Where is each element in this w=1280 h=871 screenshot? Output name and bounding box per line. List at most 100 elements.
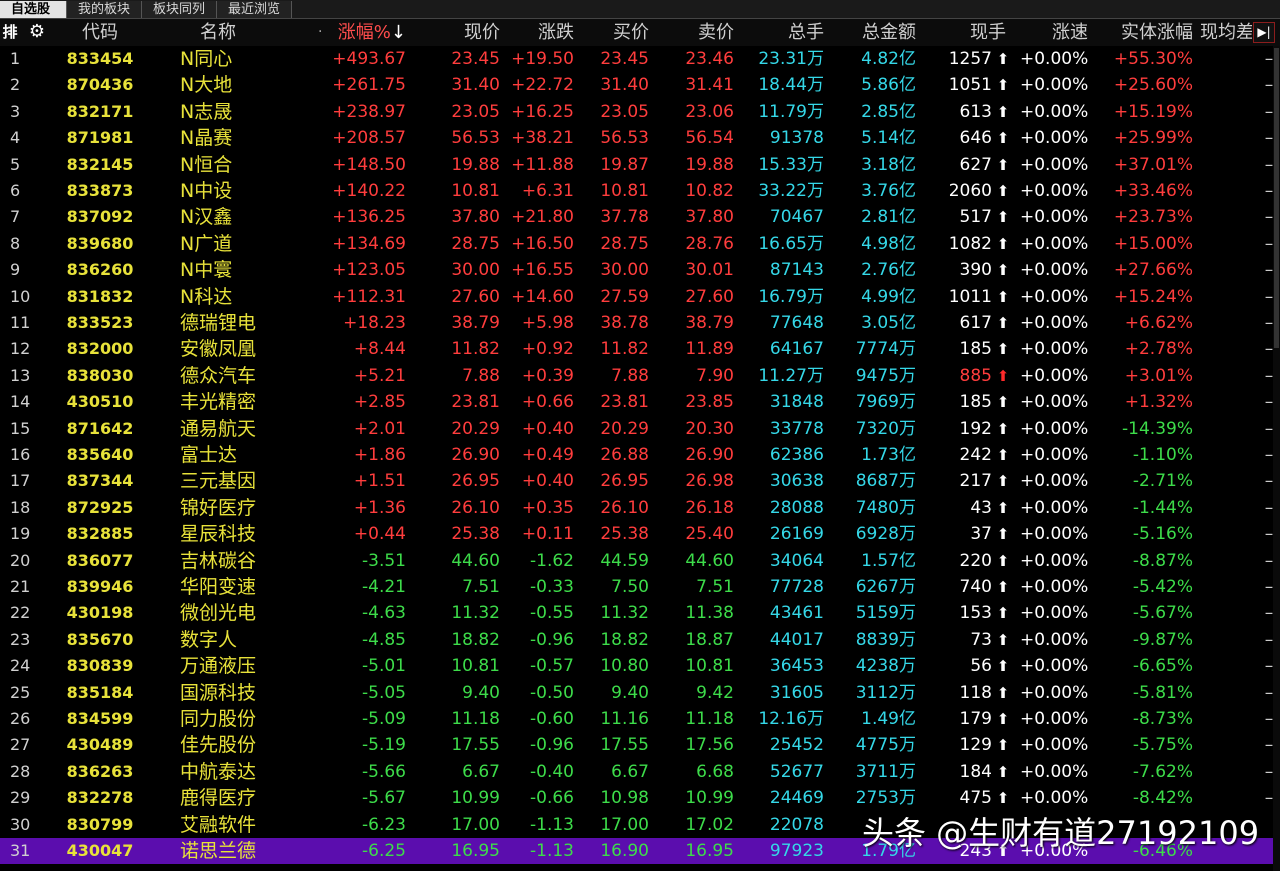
table-row[interactable]: 18 872925 锦好医疗 +1.36 26.10 +0.35 26.10 26.18 280… bbox=[0, 495, 1280, 521]
amount: 7320万 bbox=[855, 418, 916, 439]
header-price[interactable]: 现价 bbox=[410, 19, 500, 46]
table-row[interactable]: 27 430489 佳先股份 -5.19 17.55 -0.96 17.55 17.56 254… bbox=[0, 732, 1280, 758]
table-row[interactable]: 10 831832 N科达 +112.31 27.60 +14.60 27.59 27.60 1… bbox=[0, 284, 1280, 310]
vertical-scrollbar[interactable] bbox=[1273, 46, 1280, 871]
speed: +0.00% bbox=[1020, 286, 1089, 307]
header-bid[interactable]: 买价 bbox=[575, 19, 649, 46]
change: -0.60 bbox=[530, 709, 574, 729]
header-code[interactable]: 代码 bbox=[60, 19, 140, 46]
stock-name: N志晟 bbox=[180, 100, 233, 123]
body-change: -5.75% bbox=[1132, 735, 1193, 756]
amount: 2.85亿 bbox=[861, 101, 916, 122]
header-change-pct[interactable]: 涨幅%↓ bbox=[320, 19, 406, 46]
change: -0.40 bbox=[530, 761, 574, 782]
stock-name: 富士达 bbox=[180, 444, 238, 466]
volume: 70467 bbox=[769, 207, 824, 228]
change-pct: -5.67 bbox=[362, 788, 406, 809]
table-row[interactable]: 7 837092 N汉鑫 +136.25 37.80 +21.80 37.78 37.80 70… bbox=[0, 204, 1280, 230]
header-amount[interactable]: 总金额 bbox=[830, 19, 916, 46]
tab-recent[interactable]: 最近浏览 bbox=[217, 1, 293, 18]
tab-my-sectors[interactable]: 我的板块 bbox=[67, 1, 143, 18]
price: 23.05 bbox=[451, 101, 500, 122]
table-row[interactable]: 12 832000 安徽凤凰 +8.44 11.82 +0.92 11.82 11.89 641… bbox=[0, 336, 1280, 362]
stock-code: 832145 bbox=[66, 154, 134, 174]
volume: 52677 bbox=[769, 761, 824, 782]
volume: 18.44万 bbox=[758, 75, 824, 96]
stock-code: 835670 bbox=[66, 629, 134, 649]
table-row[interactable]: 5 832145 N恒合 +148.50 19.88 +11.88 19.87 19.88 15… bbox=[0, 152, 1280, 178]
ask-price: 25.40 bbox=[685, 524, 734, 545]
table-row[interactable]: 14 430510 丰光精密 +2.85 23.81 +0.66 23.81 23.85 318… bbox=[0, 389, 1280, 415]
up-arrow-icon: ⬆ bbox=[996, 50, 1010, 68]
table-row[interactable]: 23 835670 数字人 -4.85 18.82 -0.96 18.82 18.87 4401… bbox=[0, 627, 1280, 653]
ask-price: 9.42 bbox=[696, 682, 734, 703]
speed: +0.00% bbox=[1020, 550, 1089, 571]
table-row[interactable]: 3 832171 N志晟 +238.97 23.05 +16.25 23.05 23.06 11… bbox=[0, 99, 1280, 125]
change: -0.96 bbox=[530, 735, 574, 756]
amount: 2.81亿 bbox=[861, 207, 916, 228]
table-row[interactable]: 1 833454 N同心 +493.67 23.45 +19.50 23.45 23.46 23… bbox=[0, 46, 1280, 72]
table-row[interactable]: 15 871642 通易航天 +2.01 20.29 +0.40 20.29 20.30 337… bbox=[0, 416, 1280, 442]
tab-watchlist[interactable]: 自选股 bbox=[0, 1, 67, 18]
header-change[interactable]: 涨跌 bbox=[500, 19, 574, 46]
stock-code: 833873 bbox=[66, 181, 134, 200]
table-row[interactable]: 4 871981 N晶赛 +208.57 56.53 +38.21 56.53 56.54 91… bbox=[0, 125, 1280, 151]
price: 11.32 bbox=[451, 603, 500, 624]
ask-price: 20.30 bbox=[685, 418, 734, 439]
table-row[interactable]: 19 832885 星辰科技 +0.44 25.38 +0.11 25.38 25.40 261… bbox=[0, 521, 1280, 547]
volume: 11.27万 bbox=[758, 365, 824, 386]
table-row[interactable]: 11 833523 德瑞锂电 +18.23 38.79 +5.98 38.78 38.79 77… bbox=[0, 310, 1280, 336]
table-row[interactable]: 13 838030 德众汽车 +5.21 7.88 +0.39 7.88 7.90 11.27万… bbox=[0, 363, 1280, 389]
table-row[interactable]: 6 833873 N中设 +140.22 10.81 +6.31 10.81 10.82 33.… bbox=[0, 178, 1280, 204]
row-number: 2 bbox=[10, 75, 21, 95]
stock-name: 锦好医疗 bbox=[180, 496, 257, 519]
body-change: -6.65% bbox=[1132, 656, 1193, 677]
volume: 87143 bbox=[769, 260, 824, 281]
price: 28.75 bbox=[451, 233, 500, 254]
row-number: 23 bbox=[10, 629, 31, 649]
stock-code: 832000 bbox=[66, 339, 134, 359]
gear-icon[interactable]: ⚙ bbox=[26, 21, 48, 43]
header-avg-diff[interactable]: 现均差 bbox=[1200, 19, 1252, 46]
table-row[interactable]: 26 834599 同力股份 -5.09 11.18 -0.60 11.16 11.18 12.… bbox=[0, 706, 1280, 732]
row-number: 25 bbox=[10, 682, 31, 702]
table-row[interactable]: 25 835184 国源科技 -5.05 9.40 -0.50 9.40 9.42 31605 3… bbox=[0, 680, 1280, 706]
price: 25.38 bbox=[451, 524, 500, 545]
header-speed[interactable]: 涨速 bbox=[1020, 19, 1088, 46]
table-row[interactable]: 16 835640 富士达 +1.86 26.90 +0.49 26.88 26.90 6238… bbox=[0, 442, 1280, 468]
sort-icon[interactable]: 排 bbox=[0, 22, 20, 42]
stock-name: 华阳变速 bbox=[180, 576, 257, 598]
table-row[interactable]: 2 870436 N大地 +261.75 31.40 +22.72 31.40 31.41 18… bbox=[0, 72, 1280, 98]
table-row[interactable]: 21 839946 华阳变速 -4.21 7.51 -0.33 7.50 7.51 77728 6… bbox=[0, 574, 1280, 600]
current-volume: 153 bbox=[959, 603, 992, 624]
header-name[interactable]: 名称 bbox=[200, 19, 280, 46]
table-row[interactable]: 17 837344 三元基因 +1.51 26.95 +0.40 26.95 26.98 306… bbox=[0, 468, 1280, 494]
table-row[interactable]: 9 836260 N中寰 +123.05 30.00 +16.55 30.00 30.01 87… bbox=[0, 257, 1280, 283]
up-arrow-icon: ⬆ bbox=[996, 129, 1010, 148]
current-volume: 179 bbox=[959, 709, 992, 729]
ask-price: 31.41 bbox=[685, 75, 734, 96]
header-current-vol[interactable]: 现手 bbox=[920, 19, 1006, 46]
up-arrow-icon: ⬆ bbox=[996, 525, 1010, 544]
current-volume: 220 bbox=[959, 550, 992, 571]
scroll-end-icon[interactable]: ▶| bbox=[1253, 22, 1275, 43]
change-pct: -5.19 bbox=[362, 735, 406, 756]
amount: 8687万 bbox=[855, 471, 916, 492]
header-volume[interactable]: 总手 bbox=[740, 19, 824, 46]
scrollbar-thumb[interactable] bbox=[1274, 48, 1279, 348]
volume: 12.16万 bbox=[758, 709, 824, 729]
table-row[interactable]: 22 430198 微创光电 -4.63 11.32 -0.55 11.32 11.38 434… bbox=[0, 600, 1280, 626]
header-ask[interactable]: 卖价 bbox=[650, 19, 734, 46]
table-row[interactable]: 28 836263 中航泰达 -5.66 6.67 -0.40 6.67 6.68 52677 3… bbox=[0, 759, 1280, 785]
stock-code: 836077 bbox=[66, 550, 134, 570]
body-change: -5.42% bbox=[1132, 577, 1193, 597]
table-row[interactable]: 20 836077 吉林碳谷 -3.51 44.60 -1.62 44.59 44.60 340… bbox=[0, 548, 1280, 574]
table-row[interactable]: 24 830839 万通液压 -5.01 10.81 -0.57 10.80 10.81 364… bbox=[0, 653, 1280, 679]
change: +6.31 bbox=[521, 181, 574, 201]
tab-sector-peers[interactable]: 板块同列 bbox=[142, 1, 218, 18]
table-row[interactable]: 8 839680 N广道 +134.69 28.75 +16.50 28.75 28.76 16… bbox=[0, 231, 1280, 257]
header-body-change[interactable]: 实体涨幅 bbox=[1100, 19, 1193, 46]
current-volume: 390 bbox=[959, 260, 992, 281]
up-arrow-icon: ⬆ bbox=[996, 551, 1010, 570]
up-arrow-icon: ⬆ bbox=[996, 630, 1010, 649]
